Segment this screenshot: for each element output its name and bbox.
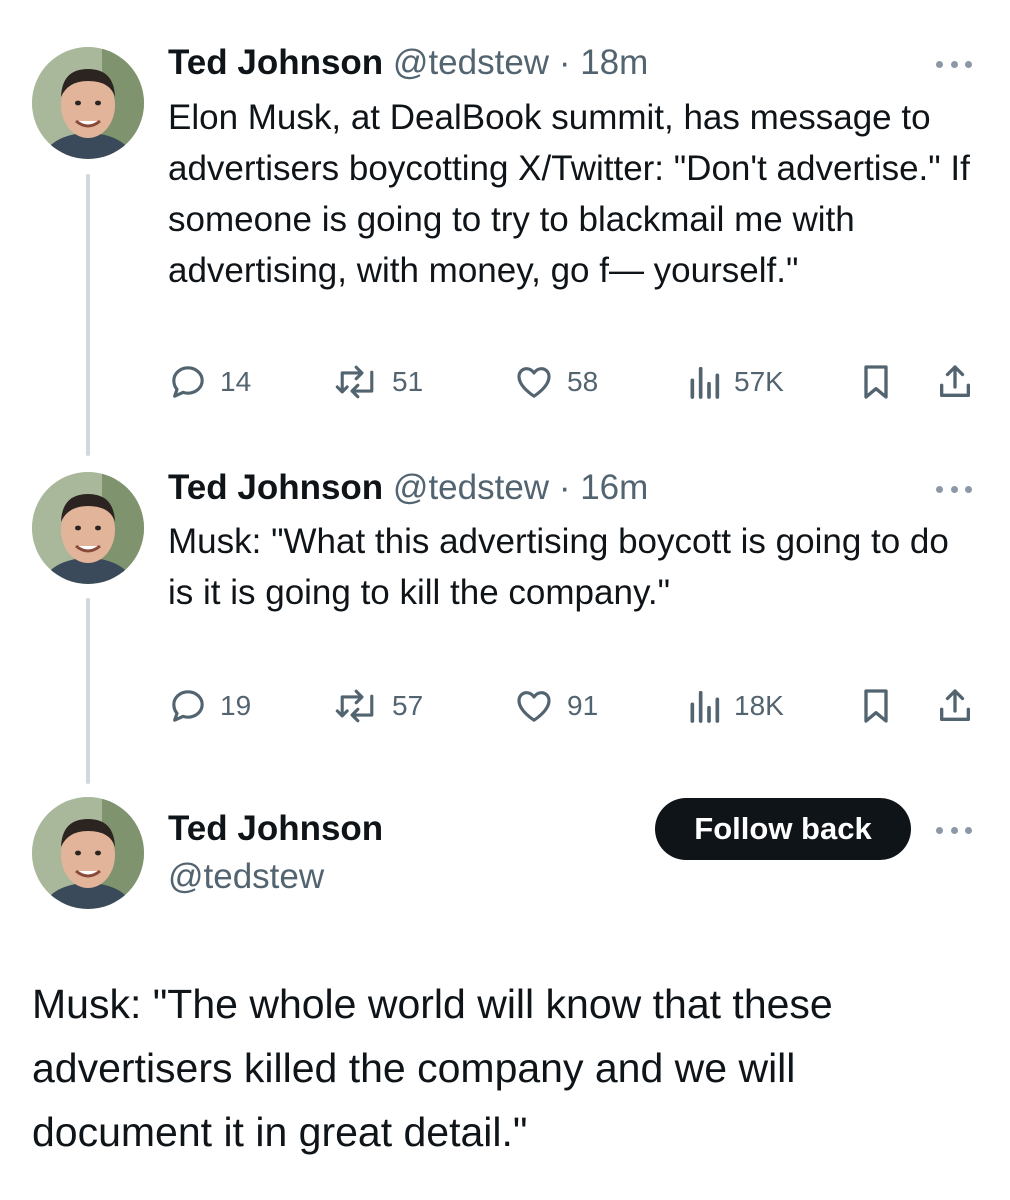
retweet-arrows-icon	[335, 365, 374, 399]
author-handle[interactable]: @tedstew	[168, 856, 324, 898]
reply-count: 19	[220, 690, 252, 721]
like-count: 58	[567, 366, 599, 397]
share-button[interactable]	[936, 684, 974, 728]
reply-button[interactable]: 19	[168, 684, 251, 728]
more-options-button[interactable]	[936, 479, 972, 499]
timestamp[interactable]: 18m	[580, 43, 648, 82]
action-bar: 19 57 91 18K	[168, 684, 978, 728]
tweet-header: Ted Johnson @tedstew · 16m	[168, 467, 648, 509]
like-button[interactable]: 58	[513, 360, 598, 404]
ellipsis-icon	[936, 826, 943, 834]
bookmark-button[interactable]	[858, 360, 894, 404]
separator-dot: ·	[558, 468, 571, 507]
share-upload-icon	[940, 689, 970, 721]
more-options-button[interactable]	[936, 820, 972, 840]
author-name[interactable]: Ted Johnson	[168, 808, 383, 850]
author-handle[interactable]: @tedstew	[393, 43, 549, 82]
avatar-photo	[32, 797, 144, 909]
thread-line	[86, 598, 90, 784]
avatar[interactable]	[32, 797, 144, 909]
action-bar: 14 51 58 57K	[168, 360, 978, 404]
author-handle[interactable]: @tedstew	[393, 468, 549, 507]
avatar-photo	[32, 472, 144, 584]
timestamp[interactable]: 16m	[580, 468, 648, 507]
avatar[interactable]	[32, 472, 144, 584]
retweet-arrows-icon	[335, 689, 374, 723]
thread-line	[86, 174, 90, 456]
speech-bubble-icon	[172, 366, 204, 398]
avatar-photo	[32, 47, 144, 159]
ellipsis-icon	[936, 485, 943, 493]
heart-icon	[517, 691, 551, 722]
reply-button[interactable]: 14	[168, 360, 251, 404]
share-upload-icon	[940, 365, 970, 397]
views-button[interactable]: 18K	[686, 684, 784, 728]
views-button[interactable]: 57K	[686, 360, 784, 404]
tweet-text: Musk: "What this advertising boycott is …	[168, 522, 959, 612]
retweet-button[interactable]: 51	[334, 360, 423, 404]
bookmark-icon	[864, 365, 888, 399]
bookmark-button[interactable]	[858, 684, 894, 728]
separator-dot: ·	[558, 43, 571, 82]
heart-icon	[517, 367, 551, 398]
avatar[interactable]	[32, 47, 144, 159]
retweet-count: 51	[392, 366, 424, 397]
tweet-header: Ted Johnson @tedstew · 18m	[168, 42, 648, 84]
bar-chart-icon	[690, 690, 720, 723]
view-count: 57K	[734, 366, 784, 397]
retweet-button[interactable]: 57	[334, 684, 423, 728]
retweet-count: 57	[392, 690, 424, 721]
ellipsis-icon	[936, 60, 943, 68]
share-button[interactable]	[936, 360, 974, 404]
author-name[interactable]: Ted Johnson	[168, 468, 383, 507]
main-tweet-text: Musk: "The whole world will know that th…	[32, 981, 833, 1155]
reply-count: 14	[220, 366, 252, 397]
speech-bubble-icon	[172, 690, 204, 722]
view-count: 18K	[734, 690, 784, 721]
more-options-button[interactable]	[936, 54, 972, 74]
like-count: 91	[567, 690, 599, 721]
tweet-text: Elon Musk, at DealBook summit, has messa…	[168, 98, 980, 290]
like-button[interactable]: 91	[513, 684, 598, 728]
bar-chart-icon	[690, 366, 720, 399]
author-name[interactable]: Ted Johnson	[168, 43, 383, 82]
follow-back-button[interactable]: Follow back	[655, 798, 911, 860]
bookmark-icon	[864, 689, 888, 723]
